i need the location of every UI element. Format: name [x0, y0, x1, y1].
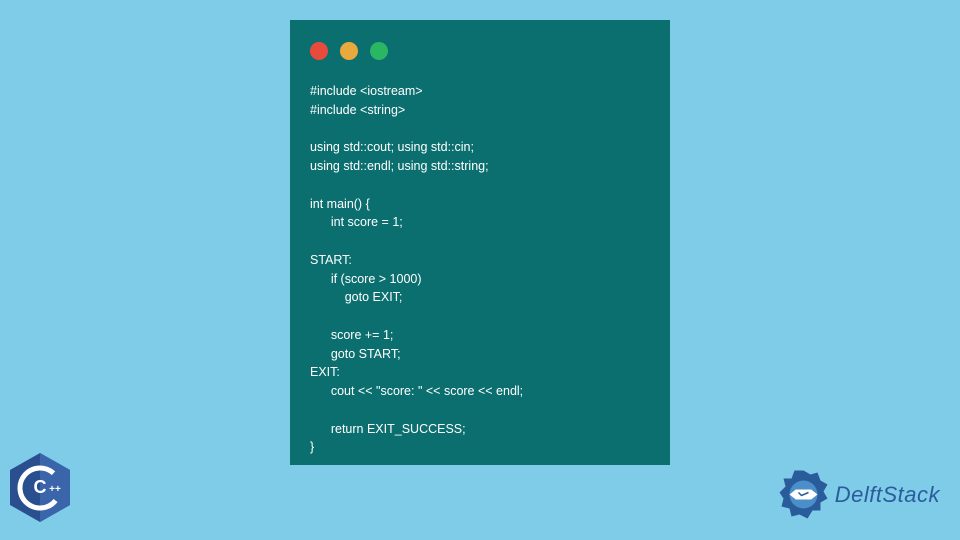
delftstack-logo: DelftStack: [776, 467, 940, 522]
svg-text:++: ++: [49, 484, 61, 495]
code-content: #include <iostream> #include <string> us…: [310, 82, 650, 457]
maximize-dot-icon: [370, 42, 388, 60]
cpp-logo-icon: C ++: [5, 450, 75, 530]
minimize-dot-icon: [340, 42, 358, 60]
svg-text:C: C: [34, 477, 47, 497]
delftstack-label: DelftStack: [835, 482, 940, 508]
window-controls: [310, 42, 650, 60]
close-dot-icon: [310, 42, 328, 60]
code-window: #include <iostream> #include <string> us…: [290, 20, 670, 465]
delftstack-badge-icon: [776, 467, 831, 522]
